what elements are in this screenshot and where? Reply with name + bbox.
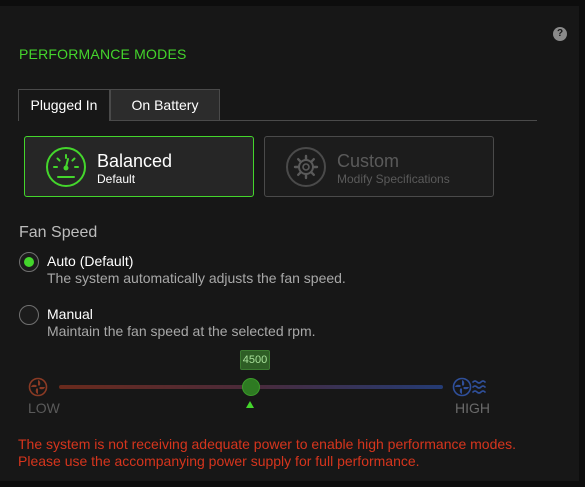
radio-auto[interactable] bbox=[19, 252, 39, 272]
slider-thumb[interactable] bbox=[242, 378, 260, 396]
option-auto-description: The system automatically adjusts the fan… bbox=[47, 270, 346, 286]
radio-manual[interactable] bbox=[19, 305, 39, 325]
power-warning-message: The system is not receiving adequate pow… bbox=[18, 436, 558, 470]
speedometer-icon bbox=[46, 147, 86, 187]
mode-card-balanced[interactable]: Balanced Default bbox=[24, 136, 254, 197]
slider-low-label: LOW bbox=[28, 400, 60, 416]
mode-name-balanced: Balanced bbox=[97, 151, 173, 171]
option-manual-label: Manual bbox=[47, 306, 93, 322]
fan-high-icon bbox=[452, 377, 486, 397]
option-auto-label: Auto (Default) bbox=[47, 253, 134, 269]
warning-line-1: The system is not receiving adequate pow… bbox=[18, 436, 517, 452]
tab-plugged-in[interactable]: Plugged In bbox=[18, 89, 110, 121]
mode-subtitle-balanced: Default bbox=[97, 172, 136, 186]
gear-icon bbox=[286, 147, 326, 187]
mode-subtitle-custom: Modify Specifications bbox=[337, 172, 450, 186]
fan-low-icon bbox=[28, 377, 48, 397]
option-manual-description: Maintain the fan speed at the selected r… bbox=[47, 323, 316, 339]
help-icon[interactable]: ? bbox=[553, 27, 567, 41]
tab-on-battery[interactable]: On Battery bbox=[110, 89, 220, 121]
warning-line-2: Please use the accompanying power supply… bbox=[18, 453, 420, 469]
slider-high-label: HIGH bbox=[455, 400, 490, 416]
mode-name-custom: Custom bbox=[337, 151, 400, 171]
tab-divider-gap bbox=[19, 120, 109, 121]
mode-card-custom[interactable]: Custom Modify Specifications bbox=[264, 136, 494, 197]
fan-speed-title: Fan Speed bbox=[19, 224, 98, 241]
slider-default-marker bbox=[246, 401, 254, 408]
page-title: PERFORMANCE MODES bbox=[19, 46, 187, 62]
slider-value-badge: 4500 bbox=[240, 350, 270, 370]
performance-modes-panel: ? PERFORMANCE MODES Plugged In On Batter… bbox=[0, 0, 585, 487]
fan-speed-slider: 4500 LOW HIGH bbox=[28, 350, 498, 420]
